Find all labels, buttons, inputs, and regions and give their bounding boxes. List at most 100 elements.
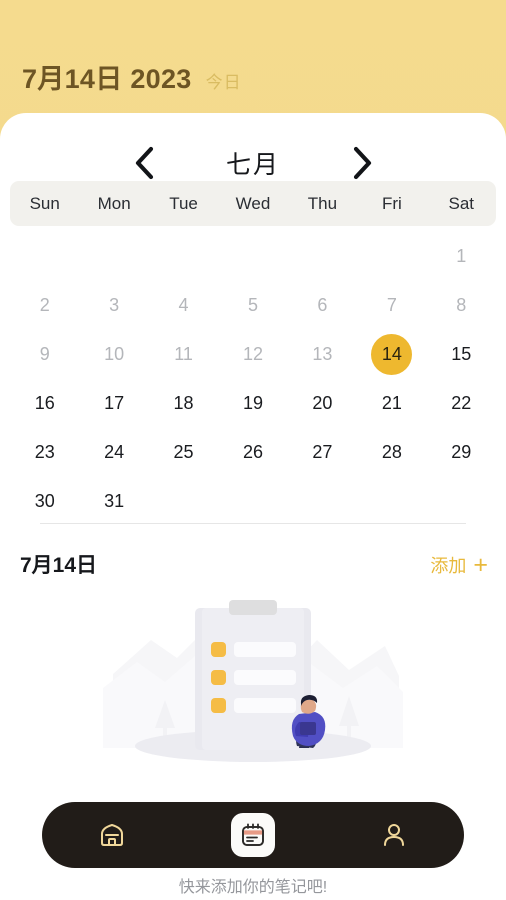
- day-5[interactable]: 5: [232, 285, 273, 326]
- day-20[interactable]: 20: [302, 383, 343, 424]
- day-19[interactable]: 19: [232, 383, 273, 424]
- weekday-label-sun: Sun: [29, 193, 60, 213]
- day-23[interactable]: 23: [24, 432, 65, 473]
- day-16[interactable]: 16: [24, 383, 65, 424]
- tab-notes-active-indicator: [231, 813, 275, 857]
- day-7[interactable]: 7: [371, 285, 412, 326]
- tab-notes[interactable]: [183, 802, 324, 868]
- weekday-label-sat: Sat: [448, 193, 475, 213]
- day-cell: 28: [357, 428, 426, 477]
- day-8[interactable]: 8: [441, 285, 482, 326]
- day-cell: 20: [288, 379, 357, 428]
- day-4[interactable]: 4: [163, 285, 204, 326]
- day-cell: 18: [149, 379, 218, 428]
- add-note-label: 添加: [430, 556, 467, 576]
- day-cell: 14: [357, 330, 426, 379]
- day-10[interactable]: 10: [94, 334, 135, 375]
- day-cell-empty: [79, 232, 148, 281]
- section-divider: [40, 523, 466, 524]
- weekday-header-row: Sun Mon Tue Wed Thu Fri Sat: [10, 181, 496, 226]
- header-date-row: 7月14日 2023 今日: [22, 57, 242, 96]
- day-cell: 7: [357, 281, 426, 330]
- day-11[interactable]: 11: [163, 334, 204, 375]
- day-cell: 13: [288, 330, 357, 379]
- calendar-day-grid: 1 2 3 4 5 6 7 8 9 10 11 12 13 14 15 16 17 18 19 20 21 22 23 24 2…: [10, 232, 496, 526]
- day-cell: 29: [427, 428, 496, 477]
- page-title: 7月14日 2023: [22, 64, 192, 94]
- day-22[interactable]: 22: [441, 383, 482, 424]
- day-21[interactable]: 21: [371, 383, 412, 424]
- day-3[interactable]: 3: [94, 285, 135, 326]
- today-badge: 今日: [205, 73, 242, 92]
- day-cell: 8: [427, 281, 496, 330]
- day-cell: 2: [10, 281, 79, 330]
- home-icon: [101, 824, 124, 846]
- weekday-label-wed: Wed: [235, 193, 271, 213]
- notes-section-header: 7月14日 添加 +: [0, 543, 506, 587]
- weekday-label-thu: Thu: [307, 193, 338, 213]
- day-13[interactable]: 13: [302, 334, 343, 375]
- tab-home[interactable]: [42, 802, 183, 868]
- tab-profile[interactable]: [323, 802, 464, 868]
- day-25[interactable]: 25: [163, 432, 204, 473]
- day-cell: 26: [218, 428, 287, 477]
- plus-icon: +: [473, 551, 488, 579]
- person-icon: [383, 824, 404, 846]
- day-cell-empty: [218, 232, 287, 281]
- day-cell: 5: [218, 281, 287, 330]
- day-2[interactable]: 2: [24, 285, 65, 326]
- day-cell-empty: [288, 232, 357, 281]
- notepad-icon: [242, 823, 264, 846]
- day-cell: 24: [79, 428, 148, 477]
- day-26[interactable]: 26: [232, 432, 273, 473]
- day-cell: 21: [357, 379, 426, 428]
- day-cell: 19: [218, 379, 287, 428]
- weekday-label-mon: Mon: [97, 193, 131, 213]
- day-cell: 11: [149, 330, 218, 379]
- day-27[interactable]: 27: [302, 432, 343, 473]
- day-cell: 17: [79, 379, 148, 428]
- day-cell: 23: [10, 428, 79, 477]
- day-cell: 4: [149, 281, 218, 330]
- day-cell: 30: [10, 477, 79, 526]
- day-14-selected[interactable]: 14: [371, 334, 413, 375]
- day-cell: 1: [427, 232, 496, 281]
- day-30[interactable]: 30: [24, 481, 65, 522]
- day-cell: 10: [79, 330, 148, 379]
- empty-state-text: 快来添加你的笔记吧!: [178, 879, 328, 896]
- bottom-tab-bar: [42, 802, 464, 868]
- day-cell: 22: [427, 379, 496, 428]
- page-header: 7月14日 2023 今日: [0, 0, 506, 118]
- empty-state-illustration: [0, 591, 506, 791]
- month-label: 七月: [225, 151, 280, 179]
- day-cell-empty: [357, 232, 426, 281]
- add-note-button[interactable]: 添加 +: [430, 552, 488, 578]
- day-cell-empty: [149, 232, 218, 281]
- day-cell: 25: [149, 428, 218, 477]
- content-sheet: 七月 Sun Mon Tue Wed Thu Fri Sat 1 2 3 4 5 6 7 8 9 10 11 12…: [0, 113, 506, 900]
- day-cell-empty: [10, 232, 79, 281]
- weekday-label-fri: Fri: [381, 193, 402, 213]
- day-9[interactable]: 9: [24, 334, 65, 375]
- day-18[interactable]: 18: [163, 383, 204, 424]
- day-1[interactable]: 1: [441, 236, 482, 277]
- day-cell: 31: [79, 477, 148, 526]
- day-6[interactable]: 6: [302, 285, 343, 326]
- day-cell: 12: [218, 330, 287, 379]
- day-cell: 16: [10, 379, 79, 428]
- day-12[interactable]: 12: [232, 334, 273, 375]
- day-15[interactable]: 15: [441, 334, 482, 375]
- day-31[interactable]: 31: [94, 481, 135, 522]
- day-17[interactable]: 17: [94, 383, 135, 424]
- day-cell: 6: [288, 281, 357, 330]
- day-cell: 3: [79, 281, 148, 330]
- day-28[interactable]: 28: [371, 432, 412, 473]
- weekday-label-tue: Tue: [169, 193, 198, 213]
- day-29[interactable]: 29: [441, 432, 482, 473]
- day-cell: 9: [10, 330, 79, 379]
- day-cell: 27: [288, 428, 357, 477]
- mobile-app-screen: 7月14日 2023 今日 七月 Sun Mon Tue Wed Thu Fri Sat 1…: [0, 0, 506, 900]
- selected-date-label: 7月14日: [20, 554, 98, 577]
- day-cell: 15: [427, 330, 496, 379]
- day-24[interactable]: 24: [94, 432, 135, 473]
